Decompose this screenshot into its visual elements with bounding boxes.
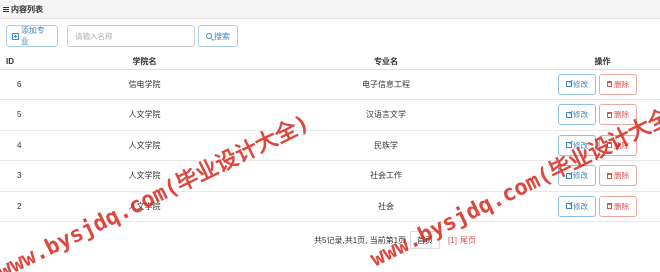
delete-button[interactable]: 删除 bbox=[599, 165, 637, 187]
delete-button[interactable]: 删除 bbox=[599, 134, 637, 156]
edit-icon bbox=[566, 172, 572, 179]
edit-button[interactable]: 修改 bbox=[558, 195, 596, 217]
cell-major: 社会 bbox=[227, 191, 545, 222]
edit-button[interactable]: 修改 bbox=[558, 134, 596, 156]
header-college: 学院名 bbox=[62, 54, 227, 70]
cell-major: 社会工作 bbox=[227, 160, 545, 192]
delete-button[interactable]: 删除 bbox=[599, 73, 637, 95]
table-row: 4 人文学院 民族学 修改 删除 bbox=[0, 130, 660, 161]
cell-major: 汉语言文学 bbox=[227, 99, 545, 131]
delete-label: 删除 bbox=[614, 201, 629, 211]
cell-college: 人文学院 bbox=[62, 191, 227, 222]
trash-icon bbox=[607, 142, 612, 149]
panel-title: 内容列表 bbox=[11, 4, 43, 14]
edit-button[interactable]: 修改 bbox=[558, 165, 596, 187]
edit-icon bbox=[566, 142, 572, 149]
add-major-label: 添加专业 bbox=[20, 26, 45, 46]
content-table: ID 学院名 专业名 操作 6 信电学院 电子信息工程 修改 删除 5 人文学院… bbox=[0, 54, 660, 222]
cell-id: 2 bbox=[0, 191, 62, 222]
edit-button[interactable]: 修改 bbox=[558, 104, 596, 126]
delete-label: 删除 bbox=[614, 79, 629, 89]
delete-label: 删除 bbox=[614, 110, 629, 120]
current-page-indicator: [1] bbox=[448, 235, 457, 245]
toolbar: 添加专业 搜索 bbox=[6, 25, 238, 47]
last-page-link[interactable]: 尾页 bbox=[460, 235, 476, 246]
edit-icon bbox=[566, 111, 572, 118]
pagination: 共5记录,共1页, 当前第1页 首页 [1] 尾页 bbox=[0, 231, 660, 249]
edit-label: 修改 bbox=[573, 79, 588, 89]
search-label: 搜索 bbox=[214, 31, 230, 41]
trash-icon bbox=[607, 111, 612, 118]
edit-button[interactable]: 修改 bbox=[558, 73, 596, 95]
edit-icon bbox=[566, 81, 572, 88]
cell-college: 人文学院 bbox=[62, 160, 227, 192]
cell-id: 4 bbox=[0, 130, 62, 161]
header-ops: 操作 bbox=[545, 54, 660, 70]
cell-major: 电子信息工程 bbox=[227, 69, 545, 100]
cell-college: 人文学院 bbox=[62, 99, 227, 131]
trash-icon bbox=[607, 203, 612, 210]
cell-id: 3 bbox=[0, 160, 62, 192]
edit-label: 修改 bbox=[573, 140, 588, 150]
search-button[interactable]: 搜索 bbox=[198, 25, 238, 47]
delete-button[interactable]: 删除 bbox=[599, 195, 637, 217]
cell-college: 信电学院 bbox=[62, 69, 227, 100]
edit-label: 修改 bbox=[573, 110, 588, 120]
delete-label: 删除 bbox=[614, 140, 629, 150]
table-header-row: ID 学院名 专业名 操作 bbox=[0, 54, 660, 70]
delete-label: 删除 bbox=[614, 171, 629, 181]
panel-header: 内容列表 bbox=[0, 0, 660, 19]
table-row: 6 信电学院 电子信息工程 修改 删除 bbox=[0, 69, 660, 100]
edit-label: 修改 bbox=[573, 171, 588, 181]
edit-label: 修改 bbox=[573, 201, 588, 211]
plus-square-icon bbox=[12, 32, 19, 40]
delete-button[interactable]: 删除 bbox=[599, 104, 637, 126]
pagination-summary: 共5记录,共1页, 当前第1页 bbox=[314, 235, 407, 245]
table-row: 3 人文学院 社会工作 修改 删除 bbox=[0, 160, 660, 192]
cell-college: 人文学院 bbox=[62, 130, 227, 161]
edit-icon bbox=[566, 203, 572, 210]
search-input[interactable] bbox=[67, 25, 195, 47]
list-icon bbox=[3, 6, 9, 12]
search-icon bbox=[206, 33, 212, 39]
first-page-link[interactable]: 首页 bbox=[410, 231, 441, 249]
table-row: 2 人文学院 社会 修改 删除 bbox=[0, 191, 660, 222]
table-row: 5 人文学院 汉语言文学 修改 删除 bbox=[0, 99, 660, 131]
trash-icon bbox=[607, 81, 612, 88]
cell-id: 6 bbox=[0, 69, 62, 100]
header-id: ID bbox=[0, 54, 62, 70]
cell-major: 民族学 bbox=[227, 130, 545, 161]
header-major: 专业名 bbox=[227, 54, 545, 70]
add-major-button[interactable]: 添加专业 bbox=[6, 25, 58, 47]
trash-icon bbox=[607, 172, 612, 179]
cell-id: 5 bbox=[0, 99, 62, 131]
